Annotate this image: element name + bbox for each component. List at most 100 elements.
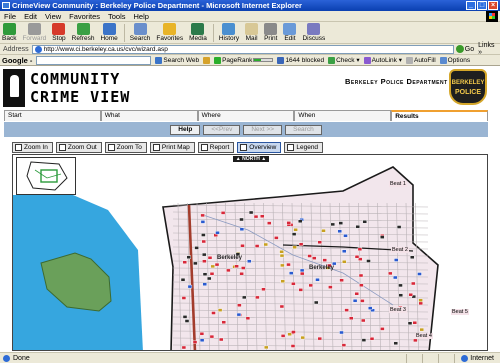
toolbar-label: Edit <box>284 35 296 42</box>
google-toolbar-icon <box>363 56 371 64</box>
prev-button[interactable]: <<Prev <box>203 124 241 135</box>
back-button[interactable]: Back <box>2 22 16 42</box>
maximize-button[interactable]: □ <box>477 1 487 10</box>
print-button[interactable]: Print <box>264 22 277 42</box>
tab-when[interactable]: When <box>294 110 392 121</box>
status-text: Done <box>13 354 30 362</box>
overview-icon <box>240 144 248 151</box>
google-options[interactable]: Options <box>439 56 470 64</box>
google-pagerank[interactable]: PageRank <box>214 56 274 64</box>
incident-marker <box>215 231 220 235</box>
search-button[interactable]: Search <box>285 124 322 135</box>
print-map-button[interactable]: Print Map <box>149 142 195 153</box>
go-button[interactable]: Go <box>455 45 474 53</box>
tab-results[interactable]: Results <box>391 110 488 121</box>
help-button[interactable]: Help <box>170 124 201 135</box>
google-autofill[interactable]: AutoFill <box>405 56 436 64</box>
menu-edit[interactable]: Edit <box>24 12 37 21</box>
incident-marker <box>343 234 348 238</box>
google-search-web[interactable]: Search Web <box>155 56 199 64</box>
google-toolbar-icon <box>439 56 447 64</box>
tab-where[interactable]: Where <box>197 110 295 121</box>
menu-view[interactable]: View <box>45 12 61 21</box>
incident-marker <box>200 213 205 218</box>
toolbar-label: Media <box>189 35 207 42</box>
incident-marker <box>187 284 193 289</box>
incident-marker <box>218 337 224 342</box>
legend-button[interactable]: Legend <box>284 142 324 153</box>
incident-marker <box>291 282 296 286</box>
zoom-in-button[interactable]: Zoom In <box>12 142 53 153</box>
zoom-in-icon <box>15 144 22 151</box>
menu-bar: File Edit View Favorites Tools Help <box>0 11 500 22</box>
search-button[interactable]: Search <box>130 22 150 42</box>
zoom-to-button[interactable]: Zoom To <box>104 142 147 153</box>
tab-what[interactable]: What <box>100 110 198 121</box>
legend-icon <box>287 144 295 151</box>
incident-marker <box>358 273 364 278</box>
links-button[interactable]: Links » <box>478 42 500 56</box>
forward-button[interactable]: Forward <box>22 22 46 42</box>
title-bar: CrimeView Community : Berkeley Police De… <box>0 0 500 11</box>
refresh-button[interactable]: Refresh <box>72 22 94 42</box>
incident-marker <box>242 295 247 300</box>
google-news-button[interactable] <box>203 56 211 64</box>
menu-file[interactable]: File <box>4 12 16 21</box>
google-autolink[interactable]: AutoLink ▾ <box>363 56 402 64</box>
window-controls: _ □ × <box>466 1 498 10</box>
overview-button[interactable]: Overview <box>237 142 282 153</box>
minimize-button[interactable]: _ <box>466 1 476 10</box>
beat-label: Beat 2 <box>391 247 409 253</box>
incident-marker <box>352 298 358 303</box>
incident-marker <box>220 211 226 215</box>
incident-marker <box>237 303 242 307</box>
incident-marker <box>292 245 297 249</box>
google-logo[interactable]: Google - <box>2 56 32 65</box>
incident-marker <box>330 222 335 227</box>
discuss-button[interactable]: Discuss <box>302 22 325 42</box>
media-button[interactable]: Media <box>189 22 207 42</box>
police-badge-icon: BERKELEY POLICE <box>449 69 487 105</box>
crime-map[interactable]: ▲ NORTH ▲ Beat 1 Beat 2 Beat 3 Beat 4 Be… <box>12 154 488 351</box>
menu-help[interactable]: Help <box>134 12 149 21</box>
google-search-input[interactable] <box>36 55 152 65</box>
google-1644-blocked[interactable]: 1644 blocked <box>277 56 324 64</box>
incident-marker <box>211 311 216 315</box>
incident-marker <box>361 338 367 342</box>
zoom-out-button[interactable]: Zoom Out <box>55 142 102 153</box>
history-button[interactable]: History <box>219 22 239 42</box>
menu-favorites[interactable]: Favorites <box>69 12 100 21</box>
stop-icon <box>52 23 66 35</box>
incident-marker <box>202 282 207 286</box>
overview-map[interactable] <box>16 157 76 195</box>
incident-marker <box>354 291 359 296</box>
edit-button[interactable]: Edit <box>283 22 297 42</box>
home-button[interactable]: Home <box>100 22 118 42</box>
incident-marker <box>338 221 343 225</box>
map-canvas[interactable] <box>13 155 488 351</box>
close-button[interactable]: × <box>488 1 498 10</box>
incident-marker <box>357 247 363 252</box>
pagerank-meter <box>253 58 274 62</box>
incident-marker <box>359 283 364 288</box>
toolbar-label: Home <box>100 35 118 42</box>
tab-start[interactable]: Start <box>4 110 101 121</box>
crimeview-logo-icon <box>3 69 25 107</box>
incident-marker <box>217 308 223 312</box>
incident-marker <box>267 221 272 225</box>
report-button[interactable]: Report <box>197 142 235 153</box>
incident-marker <box>209 334 215 339</box>
incident-marker <box>388 271 393 276</box>
next-button[interactable]: Next >> <box>243 124 283 135</box>
incident-marker <box>298 219 303 224</box>
menu-tools[interactable]: Tools <box>108 12 126 21</box>
address-input[interactable]: http://www.ci.berkeley.ca.us/cvc/wizard.… <box>31 44 454 54</box>
stop-button[interactable]: Stop <box>52 22 66 42</box>
google-check[interactable]: Check ▾ <box>328 56 360 64</box>
favorites-button[interactable]: Favorites <box>156 22 183 42</box>
incident-marker <box>360 299 365 303</box>
map-toolbar: Zoom In Zoom Out Zoom To Print Map Repor… <box>12 142 488 153</box>
mail-button[interactable]: Mail <box>245 22 259 42</box>
incident-marker <box>298 288 303 292</box>
incident-marker <box>393 341 398 346</box>
